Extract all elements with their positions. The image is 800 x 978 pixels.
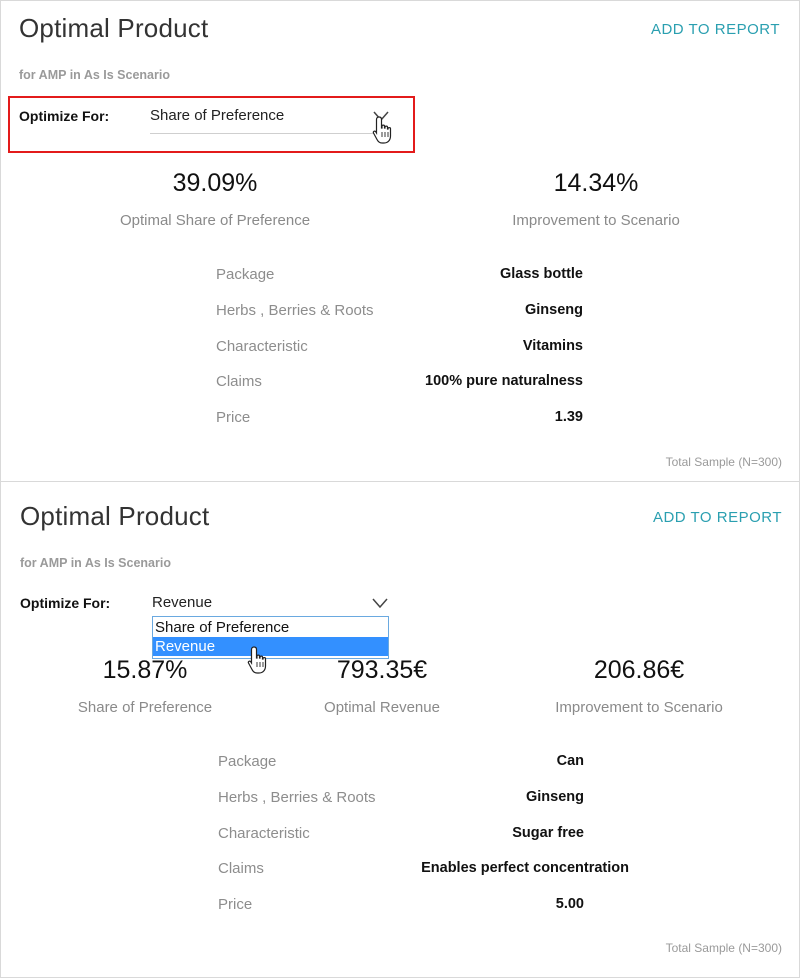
total-sample-note: Total Sample (N=300)	[665, 455, 782, 469]
chevron-down-icon[interactable]	[372, 598, 388, 608]
dropdown-option-share[interactable]: Share of Preference	[153, 618, 388, 637]
optimize-for-select-value: Share of Preference	[150, 107, 285, 124]
scenario-subtitle: for AMP in As Is Scenario	[20, 556, 171, 570]
panel-title: Optimal Product	[19, 13, 209, 43]
total-sample-note: Total Sample (N=300)	[665, 941, 782, 955]
share-of-preference-value: 15.87%	[102, 656, 188, 684]
attribute-value-herbs: Ginseng	[525, 789, 584, 805]
optimize-for-label: Optimize For:	[20, 595, 111, 611]
attribute-value-package: Glass bottle	[500, 266, 583, 282]
hand-cursor-icon	[372, 116, 392, 144]
attribute-name-price: Price	[216, 409, 251, 426]
optimal-revenue-label: Optimal Revenue	[324, 699, 440, 716]
optimal-product-panel-revenue: Optimal Product ADD TO REPORT for AMP in…	[0, 481, 800, 978]
optimize-for-select-value: Revenue	[152, 594, 213, 611]
optimize-for-select[interactable]: Share of Preference	[150, 107, 390, 134]
improvement-value: 14.34%	[553, 169, 639, 197]
attribute-name-package: Package	[218, 753, 277, 770]
attribute-name-price: Price	[218, 896, 253, 913]
improvement-label: Improvement to Scenario	[555, 699, 723, 716]
optimal-revenue-value: 793.35€	[336, 656, 428, 684]
attribute-value-herbs: Ginseng	[524, 302, 583, 318]
attribute-value-claims: 100% pure naturalness	[425, 373, 583, 389]
panel-title: Optimal Product	[20, 501, 210, 531]
attribute-name-claims: Claims	[216, 373, 262, 390]
attribute-value-characteristic: Vitamins	[522, 338, 583, 354]
add-to-report-button[interactable]: ADD TO REPORT	[653, 509, 782, 526]
optimal-share-value: 39.09%	[172, 169, 258, 197]
improvement-value: 206.86€	[593, 656, 685, 684]
attribute-name-package: Package	[216, 266, 275, 283]
optimize-for-label: Optimize For:	[19, 108, 110, 124]
scenario-subtitle: for AMP in As Is Scenario	[19, 68, 170, 82]
optimal-share-label: Optimal Share of Preference	[119, 212, 311, 229]
attribute-value-claims: Enables perfect concentration	[421, 860, 629, 876]
attribute-value-package: Can	[556, 753, 584, 769]
attribute-name-claims: Claims	[218, 860, 264, 877]
improvement-label: Improvement to Scenario	[512, 212, 680, 229]
attribute-value-price: 5.00	[555, 896, 584, 912]
hand-cursor-icon	[247, 646, 267, 674]
optimize-for-select[interactable]: Revenue	[152, 594, 389, 616]
share-of-preference-label: Share of Preference	[77, 699, 213, 716]
attribute-value-price: 1.39	[554, 409, 583, 425]
attribute-value-characteristic: Sugar free	[512, 825, 584, 841]
add-to-report-button[interactable]: ADD TO REPORT	[651, 21, 780, 38]
optimal-product-panel-share: Optimal Product ADD TO REPORT for AMP in…	[0, 0, 800, 482]
